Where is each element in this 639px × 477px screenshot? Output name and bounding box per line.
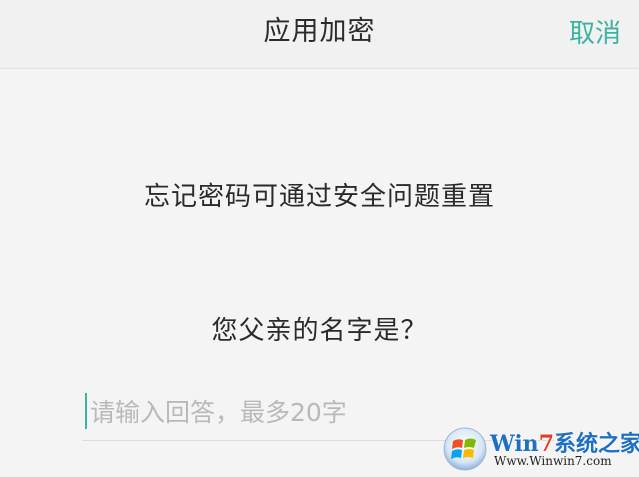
reset-hint-text: 忘记密码可通过安全问题重置: [143, 182, 495, 212]
app-header: 应用加密 取消: [0, 0, 639, 69]
text-cursor: [85, 393, 87, 429]
watermark: Win7系统之家 Www.Winwin7.com: [438, 424, 639, 476]
windows-logo-icon: [443, 427, 487, 471]
cancel-button[interactable]: 取消: [569, 0, 621, 68]
watermark-url: Www.Winwin7.com: [494, 454, 612, 468]
security-question: 您父亲的名字是？: [211, 316, 428, 346]
page-title: 应用加密: [263, 16, 376, 47]
